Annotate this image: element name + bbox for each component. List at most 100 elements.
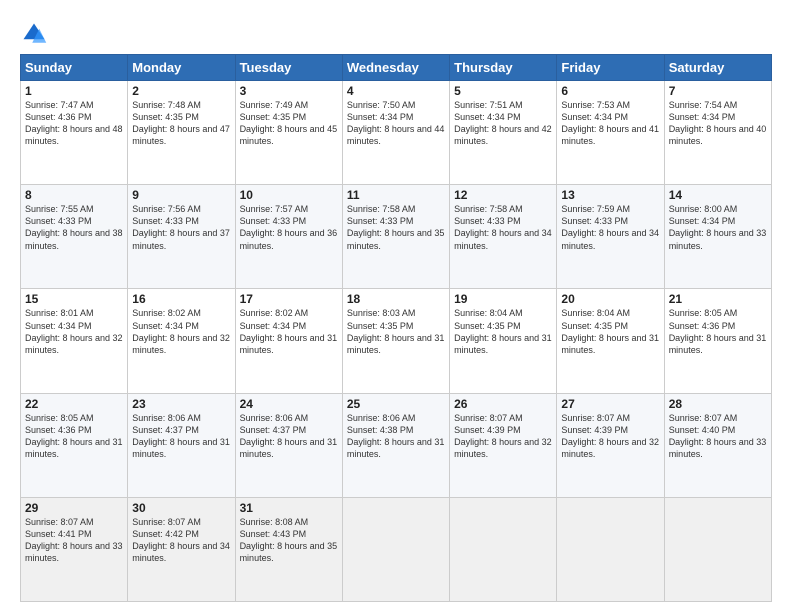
day-number: 18 — [347, 292, 445, 306]
day-number: 1 — [25, 84, 123, 98]
calendar-week-row: 15 Sunrise: 8:01 AMSunset: 4:34 PMDayligh… — [21, 289, 772, 393]
cell-info: Sunrise: 7:51 AMSunset: 4:34 PMDaylight:… — [454, 100, 552, 146]
calendar-cell: 5 Sunrise: 7:51 AMSunset: 4:34 PMDaylight… — [450, 81, 557, 185]
calendar-cell: 28Sunrise: 8:07 AMSunset: 4:40 PMDayligh… — [664, 393, 771, 497]
cell-info: Sunrise: 8:07 AMSunset: 4:39 PMDaylight:… — [561, 413, 659, 459]
calendar-cell — [450, 497, 557, 601]
cell-info: Sunrise: 8:04 AMSunset: 4:35 PMDaylight:… — [454, 308, 552, 354]
day-number: 15 — [25, 292, 123, 306]
calendar-day-header: Thursday — [450, 55, 557, 81]
calendar-cell: 14 Sunrise: 8:00 AMSunset: 4:34 PMDayligh… — [664, 185, 771, 289]
calendar-header-row: SundayMondayTuesdayWednesdayThursdayFrid… — [21, 55, 772, 81]
cell-info: Sunrise: 8:06 AMSunset: 4:37 PMDaylight:… — [132, 413, 230, 459]
calendar-cell: 27 Sunrise: 8:07 AMSunset: 4:39 PMDayligh… — [557, 393, 664, 497]
calendar-cell: 15 Sunrise: 8:01 AMSunset: 4:34 PMDayligh… — [21, 289, 128, 393]
day-number: 19 — [454, 292, 552, 306]
cell-info: Sunrise: 7:54 AMSunset: 4:34 PMDaylight:… — [669, 100, 767, 146]
day-number: 20 — [561, 292, 659, 306]
calendar-day-header: Wednesday — [342, 55, 449, 81]
day-number: 8 — [25, 188, 123, 202]
day-number: 11 — [347, 188, 445, 202]
calendar-cell: 24 Sunrise: 8:06 AMSunset: 4:37 PMDayligh… — [235, 393, 342, 497]
calendar-body: 1 Sunrise: 7:47 AMSunset: 4:36 PMDaylight… — [21, 81, 772, 602]
calendar-cell: 23 Sunrise: 8:06 AMSunset: 4:37 PMDayligh… — [128, 393, 235, 497]
calendar-week-row: 1 Sunrise: 7:47 AMSunset: 4:36 PMDaylight… — [21, 81, 772, 185]
calendar-day-header: Tuesday — [235, 55, 342, 81]
header — [20, 16, 772, 48]
cell-info: Sunrise: 7:48 AMSunset: 4:35 PMDaylight:… — [132, 100, 230, 146]
calendar-cell: 16Sunrise: 8:02 AMSunset: 4:34 PMDayligh… — [128, 289, 235, 393]
calendar-day-header: Friday — [557, 55, 664, 81]
calendar-cell: 11Sunrise: 7:58 AMSunset: 4:33 PMDayligh… — [342, 185, 449, 289]
day-number: 22 — [25, 397, 123, 411]
calendar-cell — [342, 497, 449, 601]
calendar-cell: 18 Sunrise: 8:03 AMSunset: 4:35 PMDayligh… — [342, 289, 449, 393]
calendar-cell: 21Sunrise: 8:05 AMSunset: 4:36 PMDayligh… — [664, 289, 771, 393]
day-number: 28 — [669, 397, 767, 411]
cell-info: Sunrise: 8:03 AMSunset: 4:35 PMDaylight:… — [347, 308, 445, 354]
cell-info: Sunrise: 8:02 AMSunset: 4:34 PMDaylight:… — [240, 308, 338, 354]
calendar-cell: 1 Sunrise: 7:47 AMSunset: 4:36 PMDaylight… — [21, 81, 128, 185]
day-number: 7 — [669, 84, 767, 98]
calendar-cell: 20 Sunrise: 8:04 AMSunset: 4:35 PMDayligh… — [557, 289, 664, 393]
cell-info: Sunrise: 8:05 AMSunset: 4:36 PMDaylight:… — [25, 413, 123, 459]
page: SundayMondayTuesdayWednesdayThursdayFrid… — [0, 0, 792, 612]
day-number: 26 — [454, 397, 552, 411]
cell-info: Sunrise: 8:07 AMSunset: 4:39 PMDaylight:… — [454, 413, 552, 459]
calendar-week-row: 8Sunrise: 7:55 AMSunset: 4:33 PMDaylight… — [21, 185, 772, 289]
calendar-cell: 26 Sunrise: 8:07 AMSunset: 4:39 PMDayligh… — [450, 393, 557, 497]
day-number: 6 — [561, 84, 659, 98]
calendar-day-header: Saturday — [664, 55, 771, 81]
calendar-cell: 8Sunrise: 7:55 AMSunset: 4:33 PMDaylight… — [21, 185, 128, 289]
cell-info: Sunrise: 8:01 AMSunset: 4:34 PMDaylight:… — [25, 308, 123, 354]
cell-info: Sunrise: 7:47 AMSunset: 4:36 PMDaylight:… — [25, 100, 123, 146]
calendar-day-header: Sunday — [21, 55, 128, 81]
calendar-week-row: 29Sunrise: 8:07 AMSunset: 4:41 PMDayligh… — [21, 497, 772, 601]
cell-info: Sunrise: 7:57 AMSunset: 4:33 PMDaylight:… — [240, 204, 338, 250]
cell-info: Sunrise: 7:56 AMSunset: 4:33 PMDaylight:… — [132, 204, 230, 250]
calendar-week-row: 22 Sunrise: 8:05 AMSunset: 4:36 PMDayligh… — [21, 393, 772, 497]
logo-icon — [20, 20, 48, 48]
calendar-table: SundayMondayTuesdayWednesdayThursdayFrid… — [20, 54, 772, 602]
day-number: 31 — [240, 501, 338, 515]
cell-info: Sunrise: 8:06 AMSunset: 4:37 PMDaylight:… — [240, 413, 338, 459]
calendar-cell: 30 Sunrise: 8:07 AMSunset: 4:42 PMDayligh… — [128, 497, 235, 601]
calendar-cell: 2 Sunrise: 7:48 AMSunset: 4:35 PMDaylight… — [128, 81, 235, 185]
day-number: 24 — [240, 397, 338, 411]
day-number: 10 — [240, 188, 338, 202]
calendar-cell: 4 Sunrise: 7:50 AMSunset: 4:34 PMDaylight… — [342, 81, 449, 185]
calendar-cell: 25Sunrise: 8:06 AMSunset: 4:38 PMDayligh… — [342, 393, 449, 497]
calendar-cell: 3 Sunrise: 7:49 AMSunset: 4:35 PMDaylight… — [235, 81, 342, 185]
cell-info: Sunrise: 7:53 AMSunset: 4:34 PMDaylight:… — [561, 100, 659, 146]
calendar-cell: 9 Sunrise: 7:56 AMSunset: 4:33 PMDaylight… — [128, 185, 235, 289]
day-number: 25 — [347, 397, 445, 411]
cell-info: Sunrise: 7:49 AMSunset: 4:35 PMDaylight:… — [240, 100, 338, 146]
cell-info: Sunrise: 8:04 AMSunset: 4:35 PMDaylight:… — [561, 308, 659, 354]
cell-info: Sunrise: 8:02 AMSunset: 4:34 PMDaylight:… — [132, 308, 230, 354]
logo — [20, 20, 52, 48]
cell-info: Sunrise: 8:07 AMSunset: 4:42 PMDaylight:… — [132, 517, 230, 563]
day-number: 14 — [669, 188, 767, 202]
day-number: 3 — [240, 84, 338, 98]
day-number: 23 — [132, 397, 230, 411]
calendar-day-header: Monday — [128, 55, 235, 81]
calendar-cell: 19 Sunrise: 8:04 AMSunset: 4:35 PMDayligh… — [450, 289, 557, 393]
cell-info: Sunrise: 7:50 AMSunset: 4:34 PMDaylight:… — [347, 100, 445, 146]
cell-info: Sunrise: 8:00 AMSunset: 4:34 PMDaylight:… — [669, 204, 767, 250]
day-number: 2 — [132, 84, 230, 98]
day-number: 5 — [454, 84, 552, 98]
day-number: 30 — [132, 501, 230, 515]
day-number: 4 — [347, 84, 445, 98]
calendar-cell: 31Sunrise: 8:08 AMSunset: 4:43 PMDayligh… — [235, 497, 342, 601]
day-number: 27 — [561, 397, 659, 411]
calendar-cell: 13Sunrise: 7:59 AMSunset: 4:33 PMDayligh… — [557, 185, 664, 289]
calendar-cell: 7 Sunrise: 7:54 AMSunset: 4:34 PMDaylight… — [664, 81, 771, 185]
cell-info: Sunrise: 7:59 AMSunset: 4:33 PMDaylight:… — [561, 204, 659, 250]
calendar-cell: 17Sunrise: 8:02 AMSunset: 4:34 PMDayligh… — [235, 289, 342, 393]
calendar-cell: 22 Sunrise: 8:05 AMSunset: 4:36 PMDayligh… — [21, 393, 128, 497]
day-number: 9 — [132, 188, 230, 202]
calendar-cell — [557, 497, 664, 601]
calendar-cell: 10 Sunrise: 7:57 AMSunset: 4:33 PMDayligh… — [235, 185, 342, 289]
calendar-cell: 29Sunrise: 8:07 AMSunset: 4:41 PMDayligh… — [21, 497, 128, 601]
calendar-cell: 12Sunrise: 7:58 AMSunset: 4:33 PMDayligh… — [450, 185, 557, 289]
